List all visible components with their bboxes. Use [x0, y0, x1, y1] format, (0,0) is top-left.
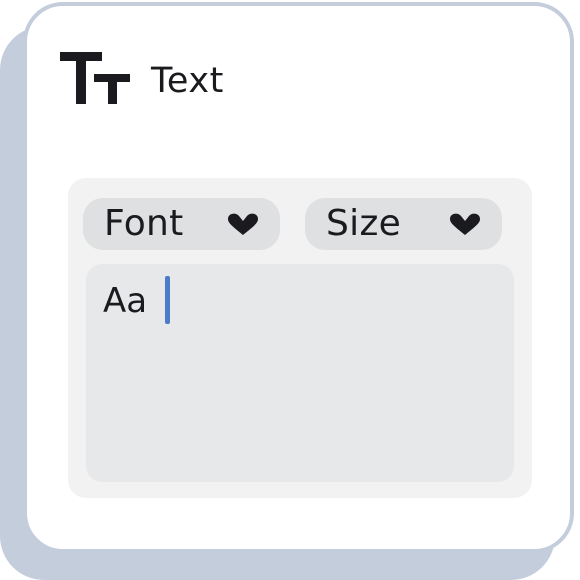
font-dropdown[interactable]: Font	[83, 198, 280, 250]
text-size-icon	[60, 52, 130, 104]
chevron-down-icon	[228, 213, 258, 235]
size-dropdown[interactable]: Size	[305, 198, 502, 250]
size-dropdown-label: Size	[326, 203, 402, 244]
text-input-value: Aa	[103, 281, 148, 321]
chevron-down-icon	[450, 213, 480, 235]
font-dropdown-label: Font	[104, 203, 184, 244]
panel-title: Text	[151, 61, 224, 101]
text-tool-widget: Text Font Size Aa	[0, 0, 580, 580]
text-caret	[165, 276, 170, 324]
text-input-area[interactable]: Aa	[86, 264, 514, 482]
